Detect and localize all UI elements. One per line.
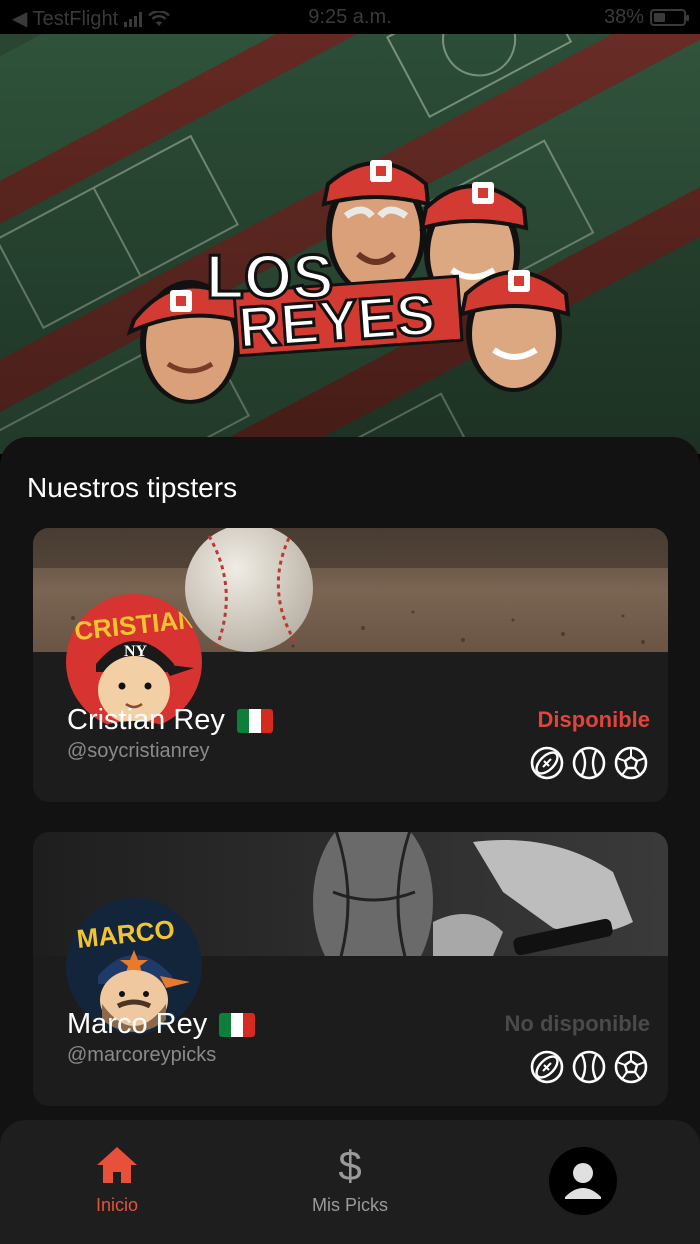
nav-my-picks-label: Mis Picks [312,1195,388,1215]
status-right: 38% [603,6,689,29]
sports-list [530,1050,648,1084]
availability-status: No disponible [504,1011,650,1036]
tipster-card[interactable]: CRISTIAN NY Cristian Rey @soycristianrey… [33,528,668,802]
tipster-name: Marco Rey [67,1008,208,1040]
logo-text-reyes: REYES [236,282,437,361]
availability-status: Disponible [537,707,650,732]
hero-background: LOS REYES [0,34,700,454]
tipster-name: Cristian Rey [67,704,225,736]
soccer-icon [614,1050,648,1084]
svg-text:NY: NY [124,643,148,660]
nav-home-label: Inicio [95,1195,139,1215]
tipster-handle: @soycristianrey [67,740,210,762]
hero-banner: LOS REYES [0,34,700,454]
dollar-icon: $ [338,1142,362,1189]
sports-list [530,746,648,780]
football-icon [530,1050,564,1084]
baseball-image [185,528,313,652]
football-icon [530,746,564,780]
status-time: 9:25 a.m. [308,6,392,28]
bottom-navigation: Inicio $ Mis Picks [0,1120,700,1244]
tipster-handle: @marcoreypicks [67,1044,217,1066]
profile-avatar-button[interactable] [549,1147,617,1215]
tipster-name-row: Marco Rey [67,1008,256,1041]
tipster-card[interactable]: MARCO Marco Rey @marcoreypicks No dispon… [33,832,668,1106]
baseball-icon [572,1050,606,1084]
home-icon [97,1147,137,1183]
nav-home[interactable]: Inicio [37,1120,197,1244]
mexico-flag-icon [219,1012,256,1037]
mexico-flag-icon [236,708,273,733]
basketball-image [313,832,433,956]
user-icon [565,1163,601,1199]
baseball-icon [572,746,606,780]
section-title: Nuestros tipsters [27,472,238,503]
nav-my-picks[interactable]: $ Mis Picks [270,1120,430,1244]
tipster-name-row: Cristian Rey [67,704,273,737]
soccer-icon [614,746,648,780]
battery-icon [650,9,689,26]
battery-percent: 38% [603,6,644,28]
status-bar: ◀ TestFlight 9:25 a.m. 38% [0,0,700,34]
